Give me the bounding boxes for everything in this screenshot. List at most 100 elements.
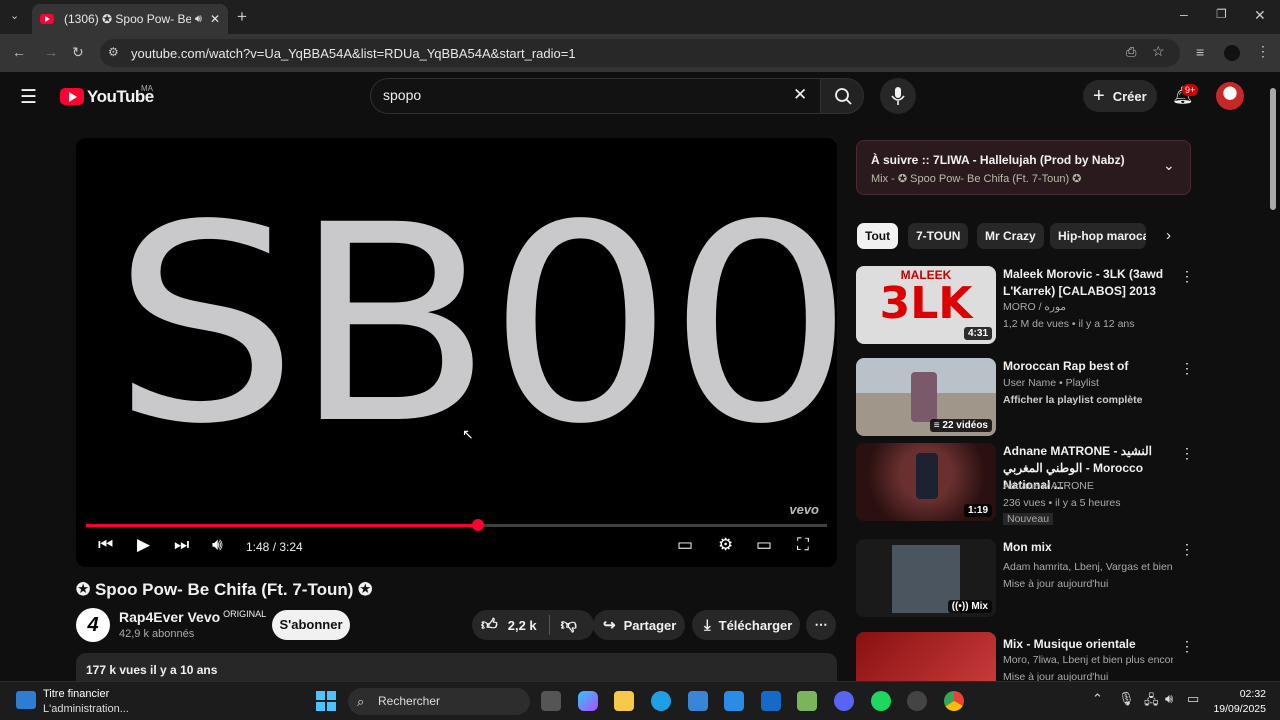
playlist-up-next-panel[interactable]: À suivre :: 7LIWA - Hallelujah (Prod by …: [856, 140, 1191, 195]
network-icon[interactable]: 🖧: [1144, 691, 1159, 713]
youtube-logo-icon[interactable]: [60, 88, 84, 105]
news-widget-icon[interactable]: [16, 691, 36, 709]
channel-name-text[interactable]: Rap4Ever Vevo: [119, 609, 220, 625]
microsoft-store-icon[interactable]: [688, 691, 708, 711]
subscribe-button[interactable]: S'abonner: [272, 610, 350, 640]
rec-channel[interactable]: Adnane MATRONE: [1003, 480, 1173, 492]
reload-icon[interactable]: ↻: [72, 44, 84, 61]
media-control-icon[interactable]: ≡: [1196, 44, 1204, 60]
tray-overflow-icon[interactable]: ⌃: [1092, 691, 1103, 707]
widget-subline[interactable]: L'administration...: [43, 703, 129, 715]
recommended-video[interactable]: MALEEK 3LK 4:31 Maleek Morovic - 3LK (3a…: [856, 266, 1194, 348]
outlook-icon[interactable]: [761, 691, 781, 711]
battery-icon[interactable]: ▭: [1187, 691, 1199, 707]
tab-search-icon[interactable]: ⌄: [10, 9, 19, 22]
chrome-icon[interactable]: [944, 691, 964, 711]
tab-audio-icon[interactable]: 🔊︎: [195, 13, 202, 26]
minimize-icon[interactable]: –: [1180, 6, 1188, 22]
video-thumbnail[interactable]: MALEEK 3LK 4:31: [856, 266, 996, 344]
tab-close-icon[interactable]: ✕: [210, 12, 220, 26]
channel-avatar[interactable]: 4: [76, 608, 110, 642]
clock-date[interactable]: 19/09/2025: [1208, 703, 1266, 715]
recommended-mix[interactable]: Mix - Musique orientale Moro, 7liwa, Lbe…: [856, 632, 1191, 681]
chevron-down-icon[interactable]: ⌄: [1163, 157, 1175, 174]
copilot-icon[interactable]: [578, 691, 598, 711]
taskbar-search[interactable]: ⌕ Rechercher: [348, 688, 530, 715]
play-icon[interactable]: ▶︎: [137, 535, 150, 555]
mix-thumbnail[interactable]: ((•)) Mix: [856, 539, 996, 617]
page-scrollbar[interactable]: [1270, 88, 1276, 210]
fullscreen-icon[interactable]: ⛶: [797, 535, 809, 555]
layers-app-icon[interactable]: [797, 691, 817, 711]
new-tab-icon[interactable]: +: [237, 7, 247, 27]
more-vertical-icon[interactable]: ⋮: [1180, 268, 1194, 285]
like-count[interactable]: 2,2 k: [508, 618, 537, 633]
profile-icon[interactable]: [1224, 45, 1240, 61]
more-vertical-icon[interactable]: ⋮: [1180, 360, 1194, 377]
channel-name[interactable]: Rap4Ever Vevo ORIGINAL: [119, 609, 266, 625]
video-thumbnail[interactable]: 1:19: [856, 443, 996, 521]
speaker-icon[interactable]: 🔊︎: [1165, 691, 1173, 707]
browser-tab[interactable]: (1306) ✪ Spoo Pow- Be Chifa 🔊︎ ✕: [32, 4, 228, 34]
more-actions-button[interactable]: ⋯: [806, 610, 836, 640]
address-bar[interactable]: ⚙ youtube.com/watch?v=Ua_YqBBA54A&list=R…: [100, 39, 1180, 67]
recommended-video[interactable]: 1:19 Adnane MATRONE - النشيد الوطني المغ…: [856, 443, 1194, 527]
next-icon[interactable]: ⏭︎: [174, 535, 189, 555]
account-avatar[interactable]: [1216, 82, 1244, 110]
voice-search-button[interactable]: [880, 78, 916, 114]
settings-icon[interactable]: ⚙: [718, 535, 733, 555]
rec-channel[interactable]: MORO / موره: [1003, 301, 1173, 313]
task-view-icon[interactable]: [541, 691, 561, 711]
previous-icon[interactable]: ⏮︎: [98, 535, 113, 555]
volume-icon[interactable]: 🔊︎: [212, 535, 223, 555]
install-app-icon[interactable]: ⎙: [1126, 44, 1136, 60]
rec-channel[interactable]: Moro, 7liwa, Lbenj et bien plus encore: [1003, 654, 1173, 666]
chip-mr-crazy[interactable]: Mr Crazy: [977, 223, 1044, 249]
dislike-icon[interactable]: 👎︎: [561, 616, 577, 635]
edge-icon[interactable]: [651, 691, 671, 711]
clear-search-icon[interactable]: ✕: [793, 85, 807, 105]
maximize-icon[interactable]: ❐: [1216, 7, 1227, 21]
more-vertical-icon[interactable]: ⋮: [1180, 445, 1194, 462]
chip-7toun[interactable]: 7-TOUN: [908, 223, 969, 249]
playlist-thumbnail[interactable]: ≡ 22 vidéos: [856, 358, 996, 436]
widget-headline[interactable]: Titre financier: [43, 688, 109, 700]
vscode-icon[interactable]: [724, 691, 744, 711]
create-button[interactable]: + Créer: [1083, 80, 1157, 112]
recommended-mix[interactable]: ((•)) Mix Mon mix Adam hamrita, Lbenj, V…: [856, 539, 1194, 621]
search-input[interactable]: [383, 87, 763, 103]
progress-bar[interactable]: [86, 519, 827, 531]
browser-menu-icon[interactable]: ⋮: [1256, 43, 1270, 60]
site-info-icon[interactable]: ⚙: [108, 45, 119, 59]
bookmark-star-icon[interactable]: ☆: [1152, 43, 1165, 60]
more-vertical-icon[interactable]: ⋮: [1180, 638, 1191, 655]
video-player[interactable]: SB00 vevo ⏮︎ ▶︎ ⏭︎ 🔊︎ 1:48 / 3:24 ▭ ⚙ ▭ …: [76, 138, 837, 567]
rec-channel[interactable]: Adam hamrita, Lbenj, Vargas et bien plus…: [1003, 561, 1173, 573]
file-explorer-icon[interactable]: [614, 691, 634, 711]
theater-mode-icon[interactable]: ▭: [756, 535, 772, 555]
mix-thumbnail[interactable]: [856, 632, 996, 681]
windows-start-icon[interactable]: [316, 691, 336, 711]
guide-menu-icon[interactable]: ☰: [20, 86, 37, 109]
share-button[interactable]: ↪ Partager: [593, 610, 685, 640]
clock-time[interactable]: 02:32: [1218, 688, 1266, 700]
chevron-right-icon[interactable]: ›: [1166, 227, 1171, 244]
obs-icon[interactable]: [907, 691, 927, 711]
more-vertical-icon[interactable]: ⋮: [1180, 541, 1194, 558]
url-text[interactable]: youtube.com/watch?v=Ua_YqBBA54A&list=RDU…: [131, 46, 576, 61]
spotify-icon[interactable]: [871, 691, 891, 711]
recommended-playlist[interactable]: ≡ 22 vidéos Moroccan Rap best of User Na…: [856, 358, 1194, 440]
window-close-icon[interactable]: ✕: [1254, 7, 1266, 24]
chip-all[interactable]: Tout: [857, 223, 899, 249]
forward-icon[interactable]: →: [44, 44, 58, 60]
view-full-playlist-link[interactable]: Afficher la playlist complète: [1003, 394, 1173, 406]
chip-hiphop-marocain[interactable]: Hip-hop marocai: [1050, 223, 1146, 249]
subtitles-icon[interactable]: ▭: [677, 535, 693, 555]
tray-mic-icon[interactable]: 🎙︎: [1118, 691, 1135, 707]
progress-scrubber[interactable]: [471, 519, 484, 531]
back-icon[interactable]: ←: [12, 44, 26, 60]
rec-channel[interactable]: User Name • Playlist: [1003, 377, 1173, 389]
search-button[interactable]: [820, 78, 864, 114]
download-button[interactable]: ⤓ Télécharger: [692, 610, 800, 640]
discord-icon[interactable]: [834, 691, 854, 711]
